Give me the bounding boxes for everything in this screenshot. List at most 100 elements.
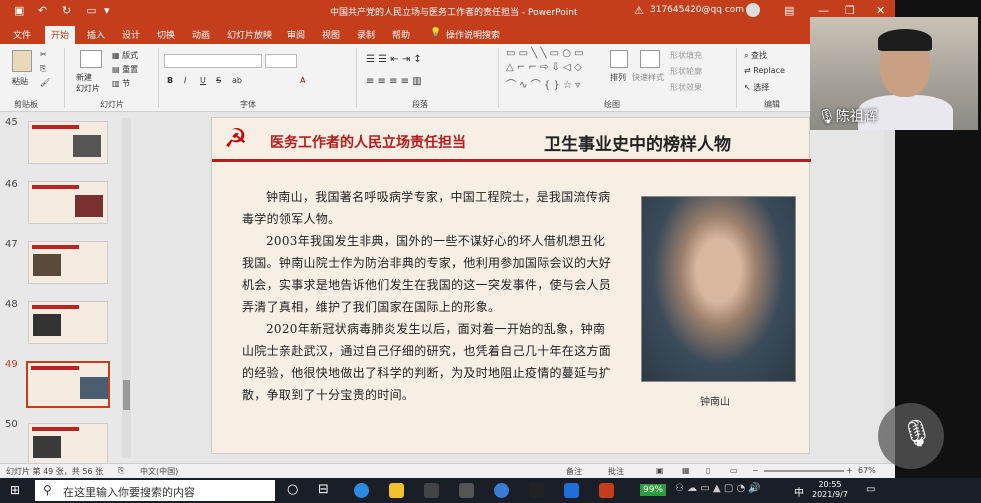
tab-home[interactable]: 开始 xyxy=(45,26,76,44)
tab-file[interactable]: 文件 xyxy=(13,28,31,41)
task-view-icon[interactable]: ○ xyxy=(287,482,298,497)
zoom-in-icon[interactable]: + xyxy=(846,466,853,475)
widgets-icon[interactable]: ⊟ xyxy=(318,482,329,497)
ime-indicator[interactable]: 中 xyxy=(794,484,804,499)
window-title: 中国共产党的人民立场与医务工作者的责任担当 - PowerPoint xyxy=(330,8,578,18)
select-button[interactable]: ↖ 选择 xyxy=(744,82,769,93)
reset-button[interactable]: ▤ 重置 xyxy=(112,64,138,75)
shapes-gallery-icon[interactable]: ▭ ▭ ╲ ╲ ▭ ○ ▭ xyxy=(506,48,584,59)
align-icons[interactable]: ≡ ≡ ≡ ≡ ▥ xyxy=(366,76,422,87)
thumbnail-scroll-thumb[interactable] xyxy=(123,380,130,410)
powerpoint-icon[interactable] xyxy=(599,483,614,498)
search-placeholder: 在这里输入你要搜索的内容 xyxy=(63,486,195,499)
tab-review[interactable]: 审阅 xyxy=(287,28,305,41)
underline-button[interactable]: U xyxy=(200,76,206,85)
tell-me-search[interactable]: 操作说明搜索 xyxy=(446,28,500,41)
replace-button[interactable]: ⇄ Replace xyxy=(744,66,785,75)
app-icon[interactable] xyxy=(494,483,509,498)
bold-button[interactable]: B xyxy=(167,76,173,85)
notes-button[interactable]: 备注 xyxy=(566,466,582,477)
store-icon[interactable] xyxy=(424,483,439,498)
new-slide-icon[interactable] xyxy=(80,50,102,68)
tray-icons[interactable]: ⚇ ☁ ▭ ▲ ▢ ◔ 🔊 xyxy=(675,483,761,494)
slide-thumbnail[interactable] xyxy=(28,241,108,284)
system-clock[interactable]: 20:55 2021/9/7 xyxy=(812,480,848,500)
tab-design[interactable]: 设计 xyxy=(122,28,140,41)
account-email[interactable]: 317645420@qq.com xyxy=(650,5,744,15)
zoom-level[interactable]: 67% xyxy=(858,466,876,475)
divider xyxy=(158,48,159,108)
section-button[interactable]: ▥ 节 xyxy=(112,78,130,89)
format-painter-icon[interactable]: 🖌 xyxy=(40,78,50,87)
customize-icon[interactable]: ▾ xyxy=(104,4,110,17)
notification-icon[interactable]: ▭ xyxy=(866,484,875,495)
redo-icon[interactable]: ↻ xyxy=(62,4,71,17)
normal-view-icon[interactable]: ▣ xyxy=(656,466,664,475)
meeting-icon[interactable] xyxy=(564,483,579,498)
slide-thumbnail[interactable] xyxy=(28,423,108,466)
tab-slideshow[interactable]: 幻灯片放映 xyxy=(227,28,272,41)
close-icon[interactable]: ✕ xyxy=(876,4,885,17)
avatar[interactable] xyxy=(746,3,760,17)
layout-button[interactable]: ▦ 版式 xyxy=(112,50,138,61)
slide-canvas[interactable]: ☭ 医务工作者的人民立场责任担当 卫生事业史中的榜样人物 钟南山，我国著名呼吸病… xyxy=(211,117,811,454)
shapes-gallery-row3[interactable]: ⌒ ∿ ⌒ { } ☆ ▿ xyxy=(506,76,580,91)
slide-thumbnail[interactable] xyxy=(28,181,108,224)
comments-button[interactable]: 批注 xyxy=(608,466,624,477)
undo-icon[interactable]: ↶ xyxy=(38,4,47,17)
ribbon-display-icon[interactable]: ▤ xyxy=(784,4,794,17)
qq-icon[interactable] xyxy=(529,483,544,498)
paste-button[interactable]: 粘贴 xyxy=(12,76,28,87)
copy-icon[interactable]: ⎘ xyxy=(40,64,46,74)
tab-transitions[interactable]: 切换 xyxy=(157,28,175,41)
paste-icon[interactable] xyxy=(12,50,32,72)
explorer-icon[interactable] xyxy=(389,483,404,498)
slide-thumbnail[interactable] xyxy=(28,121,108,164)
slide-title[interactable]: 医务工作者的人民立场责任担当 xyxy=(270,132,466,152)
tab-help[interactable]: 帮助 xyxy=(392,28,410,41)
language[interactable]: 中文(中国) xyxy=(140,466,178,477)
arrange-icon[interactable] xyxy=(610,50,628,68)
accessibility-icon[interactable]: ⎘ xyxy=(118,466,124,476)
present-icon[interactable]: ▭ xyxy=(86,4,96,17)
strikethrough-button[interactable]: S xyxy=(216,76,221,85)
maximize-icon[interactable]: ❐ xyxy=(845,4,855,17)
reading-view-icon[interactable]: ▯ xyxy=(706,466,710,475)
taskbar-search[interactable]: ⚲ 在这里输入你要搜索的内容 xyxy=(35,480,275,501)
bullets-icon[interactable]: ☰ ☰ ⇤ ⇥ ↕ xyxy=(366,54,422,65)
sorter-view-icon[interactable]: ▦ xyxy=(682,466,690,475)
zoom-slider[interactable] xyxy=(764,470,844,472)
tab-insert[interactable]: 插入 xyxy=(87,28,105,41)
save-icon[interactable]: ▣ xyxy=(14,4,24,17)
font-size-select[interactable] xyxy=(265,54,297,68)
slide-body-text[interactable]: 钟南山，我国著名呼吸病学专家，中国工程院士，是我国流传病毒学的领军人物。 200… xyxy=(242,186,614,406)
font-name-select[interactable] xyxy=(164,54,262,68)
edge-icon[interactable] xyxy=(354,483,369,498)
new-slide-button[interactable]: 新建 幻灯片 xyxy=(76,72,100,94)
slideshow-view-icon[interactable]: ▭ xyxy=(730,466,738,475)
mute-button[interactable]: 🎙 xyxy=(878,403,944,469)
shape-outline-button[interactable]: 形状轮廓 xyxy=(670,66,702,77)
mail-icon[interactable] xyxy=(459,483,474,498)
cut-icon[interactable]: ✂ xyxy=(40,50,47,59)
zoom-out-icon[interactable]: − xyxy=(752,466,759,475)
slide-thumbnail-selected[interactable] xyxy=(26,361,110,408)
arrange-button[interactable]: 排列 xyxy=(610,72,626,83)
shape-fill-button[interactable]: 形状填充 xyxy=(670,50,702,61)
find-button[interactable]: ⌕ 查找 xyxy=(744,50,767,61)
start-icon[interactable]: ⊞ xyxy=(10,483,20,497)
tab-view[interactable]: 视图 xyxy=(322,28,340,41)
italic-button[interactable]: I xyxy=(184,76,186,85)
portrait-photo[interactable] xyxy=(641,196,796,382)
font-color-icon[interactable]: A xyxy=(300,76,305,85)
tab-record[interactable]: 录制 xyxy=(357,28,375,41)
quick-styles-button[interactable]: 快速样式 xyxy=(632,72,664,83)
slide-subtitle[interactable]: 卫生事业史中的榜样人物 xyxy=(544,130,731,155)
tab-animations[interactable]: 动画 xyxy=(192,28,210,41)
shapes-gallery-row2[interactable]: △ ⌐ ⌐ ⇨ ⇩ ◁ ◇ xyxy=(506,62,582,73)
minimize-icon[interactable]: — xyxy=(818,4,829,17)
quick-styles-icon[interactable] xyxy=(640,50,660,68)
slide-thumbnail[interactable] xyxy=(28,301,108,344)
text-shadow-button[interactable]: ab xyxy=(232,76,242,85)
shape-effect-button[interactable]: 形状效果 xyxy=(670,82,702,93)
